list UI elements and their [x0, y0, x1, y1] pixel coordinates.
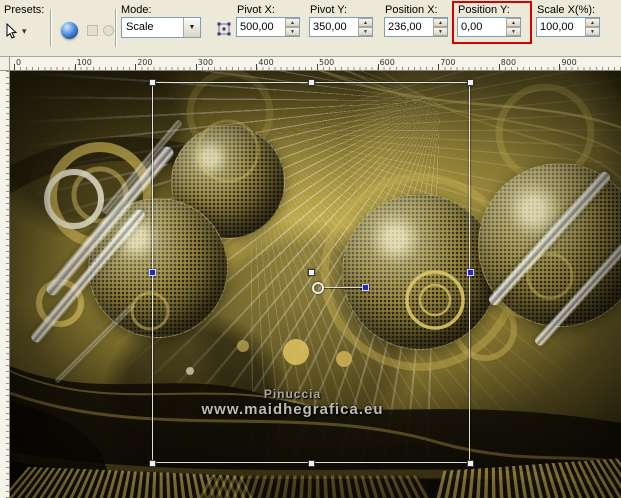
pivot-y-field[interactable]: 350,00 ▲ ▼ — [309, 17, 373, 37]
disabled-tool-button-1[interactable] — [84, 18, 100, 42]
position-x-field[interactable]: 236,00 ▲ ▼ — [384, 17, 448, 37]
disabled-tool-button-2[interactable] — [100, 18, 116, 42]
handle-bottom-right[interactable] — [467, 460, 474, 467]
rotation-handle[interactable] — [362, 284, 369, 291]
pivot-origin-icon — [217, 22, 231, 36]
mode-value: Scale — [126, 21, 154, 33]
presets-dropdown-button[interactable]: ▾ — [4, 17, 44, 45]
position-x-value: 236,00 — [388, 21, 422, 33]
app-window: Presets: ▾ Mode: Scale ▼ Pivot X: 500,00… — [0, 0, 621, 498]
scale-x-field[interactable]: 100,00 ▲ ▼ — [536, 17, 600, 37]
scale-x-value: 100,00 — [540, 21, 574, 33]
presets-label: Presets: — [4, 4, 45, 16]
pivot-line — [323, 287, 362, 288]
vertical-ruler[interactable] — [0, 71, 10, 498]
spin-up-button[interactable]: ▲ — [433, 18, 447, 27]
handle-bottom-left[interactable] — [149, 460, 156, 467]
blue-sphere-button[interactable] — [57, 18, 81, 42]
toolbar-separator — [115, 9, 117, 47]
square-icon — [86, 24, 98, 36]
blue-sphere-icon — [60, 21, 78, 39]
pivot-x-field[interactable]: 500,00 ▲ ▼ — [236, 17, 300, 37]
pointer-icon — [6, 23, 18, 39]
mode-select[interactable]: Scale ▼ — [121, 17, 201, 38]
handle-top-left[interactable] — [149, 79, 156, 86]
handle-middle-left[interactable] — [149, 269, 156, 276]
position-x-label: Position X: — [385, 4, 438, 16]
texture-patch — [190, 475, 440, 498]
scale-x-label: Scale X(%): — [537, 4, 596, 16]
spin-up-button[interactable]: ▲ — [585, 18, 599, 27]
horizontal-ruler[interactable]: 0 100 200 300 400 500 600 700 800 900 — [10, 57, 621, 71]
handle-top-right[interactable] — [467, 79, 474, 86]
chevron-down-icon: ▼ — [188, 24, 196, 31]
chevron-down-icon: ▾ — [22, 25, 27, 36]
pivot-x-label: Pivot X: — [237, 4, 275, 16]
spin-down-button[interactable]: ▼ — [358, 27, 372, 36]
toolbar-separator — [50, 9, 52, 47]
combo-dropdown-button[interactable]: ▼ — [183, 18, 200, 37]
handle-middle-right[interactable] — [467, 269, 474, 276]
handle-bottom-middle[interactable] — [308, 460, 315, 467]
handle-center[interactable] — [308, 269, 315, 276]
pivot-y-label: Pivot Y: — [310, 4, 348, 16]
pivot-point[interactable] — [312, 282, 324, 294]
pivot-x-value: 500,00 — [240, 21, 274, 33]
spin-down-button[interactable]: ▼ — [285, 27, 299, 36]
ruler-corner — [0, 57, 10, 71]
mode-label: Mode: — [121, 4, 152, 16]
spin-up-button[interactable]: ▲ — [285, 18, 299, 27]
circle-icon — [102, 24, 114, 36]
spin-down-button[interactable]: ▼ — [585, 27, 599, 36]
spin-down-button[interactable]: ▼ — [433, 27, 447, 36]
image-canvas[interactable]: Pinuccia www.maidhegrafica.eu — [10, 71, 621, 498]
highlight-rectangle — [452, 1, 532, 44]
handle-top-middle[interactable] — [308, 79, 315, 86]
pivot-y-value: 350,00 — [313, 21, 347, 33]
spin-up-button[interactable]: ▲ — [358, 18, 372, 27]
pivot-center-button[interactable] — [212, 17, 236, 41]
tool-options-bar: Presets: ▾ Mode: Scale ▼ Pivot X: 500,00… — [0, 0, 621, 57]
